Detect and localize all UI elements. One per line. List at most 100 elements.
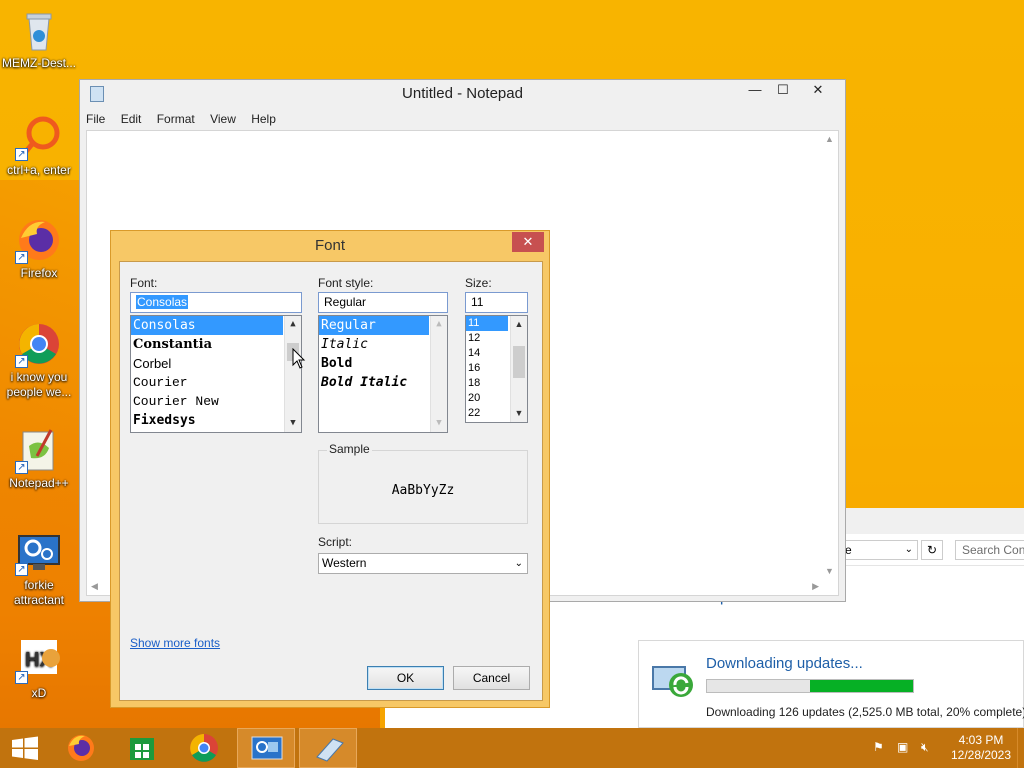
store-icon	[130, 738, 154, 760]
desktop-icon-firefox[interactable]: ↗ Firefox	[0, 216, 78, 281]
chrome-icon	[190, 734, 218, 762]
maximize-button[interactable]: ☐	[768, 80, 798, 100]
style-list-scrollbar[interactable]: ▲ ▼	[430, 316, 447, 432]
font-item-corbel[interactable]: Corbel	[131, 354, 301, 373]
shortcut-arrow-icon: ↗	[15, 461, 28, 474]
scroll-up-icon[interactable]: ▲	[511, 316, 527, 333]
firefox-icon: ↗	[15, 216, 63, 264]
magnifier-icon: ↗	[15, 113, 63, 161]
minimize-button[interactable]: —	[740, 80, 770, 100]
font-dialog[interactable]: Font ✕ Font: Consolas Consolas Constanti…	[110, 230, 550, 708]
hxd-icon: HX ↗	[15, 636, 63, 684]
shortcut-arrow-icon: ↗	[15, 355, 28, 368]
script-select[interactable]: Western ⌄	[318, 553, 528, 574]
update-status-panel: Downloading updates... Downloading 126 u…	[638, 640, 1024, 728]
desktop-icon-ctrl-a[interactable]: ↗ ctrl+a, enter	[0, 113, 78, 178]
notepad-icon	[316, 738, 344, 762]
font-style-input[interactable]: Regular	[318, 292, 448, 313]
font-style-list[interactable]: Regular Italic Bold Bold Italic ▲ ▼	[318, 315, 448, 433]
search-input[interactable]: Search Con	[955, 540, 1024, 560]
clock-date: 12/28/2023	[950, 748, 1012, 762]
menu-file[interactable]: File	[86, 112, 105, 126]
dialog-close-button[interactable]: ✕	[512, 232, 544, 252]
settings-monitor-icon	[251, 736, 283, 760]
scroll-down-icon[interactable]: ▼	[511, 405, 527, 422]
taskbar-firefox[interactable]	[52, 728, 110, 768]
cancel-button[interactable]: Cancel	[453, 666, 530, 690]
update-status-title: Downloading updates...	[706, 655, 863, 672]
font-item-fixedsys[interactable]: Fixedsys	[131, 411, 301, 430]
chevron-down-icon[interactable]: ⌄	[905, 541, 913, 559]
size-list[interactable]: 11 12 14 16 18 20 22 ▲ ▼	[465, 315, 528, 423]
network-icon[interactable]: ▣	[897, 740, 908, 754]
menu-view[interactable]: View	[210, 112, 236, 126]
volume-muted-icon[interactable]: 🔇︎	[921, 740, 929, 755]
dialog-titlebar[interactable]: Font	[111, 231, 549, 260]
taskbar-control-panel[interactable]	[237, 728, 295, 768]
scroll-down-icon[interactable]: ▼	[285, 415, 301, 432]
ok-button[interactable]: OK	[367, 666, 444, 690]
start-button[interactable]	[0, 728, 50, 768]
menu-help[interactable]: Help	[251, 112, 276, 126]
style-item-regular[interactable]: Regular	[319, 316, 429, 335]
style-item-italic[interactable]: Italic	[319, 335, 447, 354]
dialog-title: Font	[314, 237, 345, 254]
scroll-left-icon[interactable]: ◀	[91, 578, 98, 595]
taskbar-store[interactable]	[113, 728, 171, 768]
style-item-bold-italic[interactable]: Bold Italic	[319, 373, 447, 392]
firefox-icon	[68, 735, 94, 761]
desktop-icon-memz[interactable]: MEMZ-Dest...	[0, 6, 78, 71]
dialog-body: Font: Consolas Consolas Constantia Corbe…	[119, 261, 543, 701]
font-list[interactable]: Consolas Constantia Corbel Courier Couri…	[130, 315, 302, 433]
font-name-input[interactable]: Consolas	[130, 292, 302, 313]
size-input[interactable]: 11	[465, 292, 528, 313]
taskbar-notepad[interactable]	[299, 728, 357, 768]
size-item[interactable]: 11	[466, 316, 508, 331]
desktop-icon-label: Notepad++	[9, 476, 69, 490]
scroll-up-icon[interactable]: ▲	[285, 316, 301, 333]
download-progress-bar	[706, 679, 914, 693]
taskbar: ⚑ ▣ 🔇︎ 4:03 PM 12/28/2023	[0, 728, 1024, 768]
chevron-down-icon[interactable]: ⌄	[515, 554, 523, 573]
sample-label: Sample	[327, 442, 372, 456]
taskbar-chrome[interactable]	[175, 728, 233, 768]
desktop-icon-forkie[interactable]: ↗ forkie attractant	[0, 528, 78, 608]
chrome-icon: ↗	[15, 320, 63, 368]
font-item-consolas[interactable]: Consolas	[131, 316, 283, 335]
font-list-scrollbar[interactable]: ▲ ▼	[284, 316, 301, 432]
show-desktop-button[interactable]	[1017, 728, 1024, 768]
font-name-text: Consolas	[136, 295, 189, 309]
address-field[interactable]: e ⌄	[840, 540, 918, 560]
scroll-up-icon[interactable]: ▲	[821, 131, 838, 148]
desktop-icon-chrome[interactable]: ↗ i know you people we...	[0, 320, 78, 400]
show-more-fonts-link[interactable]: Show more fonts	[130, 636, 220, 650]
desktop-icon-xd[interactable]: HX ↗ xD	[0, 636, 78, 701]
notepad-titlebar[interactable]: Untitled - Notepad — ☐ ✕	[80, 80, 845, 108]
font-item-courier-new[interactable]: Courier New	[131, 392, 301, 411]
menu-edit[interactable]: Edit	[121, 112, 142, 126]
scroll-right-icon[interactable]: ▶	[812, 578, 819, 595]
style-item-bold[interactable]: Bold	[319, 354, 447, 373]
desktop-icon-label: MEMZ-Dest...	[2, 56, 76, 70]
clock[interactable]: 4:03 PM 12/28/2023	[950, 733, 1012, 763]
size-list-scrollbar[interactable]: ▲ ▼	[510, 316, 527, 422]
scroll-up-icon[interactable]: ▲	[431, 316, 447, 333]
refresh-icon[interactable]: ↻	[921, 540, 943, 560]
font-item-constantia[interactable]: Constantia	[131, 335, 301, 354]
scroll-thumb[interactable]	[513, 346, 525, 378]
settings-monitor-icon: ↗	[15, 528, 63, 576]
action-center-flag-icon[interactable]: ⚑	[873, 740, 884, 754]
desktop-icon-notepadpp[interactable]: ↗ Notepad++	[0, 426, 78, 491]
menu-format[interactable]: Format	[157, 112, 195, 126]
font-item-courier[interactable]: Courier	[131, 373, 301, 392]
scroll-down-icon[interactable]: ▼	[431, 415, 447, 432]
scroll-down-icon[interactable]: ▼	[821, 563, 838, 580]
desktop-icon-label: forkie attractant	[13, 578, 65, 607]
windows-logo-icon	[12, 736, 38, 760]
sample-group: Sample AaBbYyZz	[318, 442, 528, 524]
vertical-scrollbar[interactable]: ▲ ▼	[821, 131, 838, 580]
desktop-icon-label: xD	[31, 686, 47, 700]
close-button[interactable]: ✕	[798, 80, 838, 100]
download-progress-fill	[810, 680, 913, 692]
font-label: Font:	[130, 276, 158, 290]
